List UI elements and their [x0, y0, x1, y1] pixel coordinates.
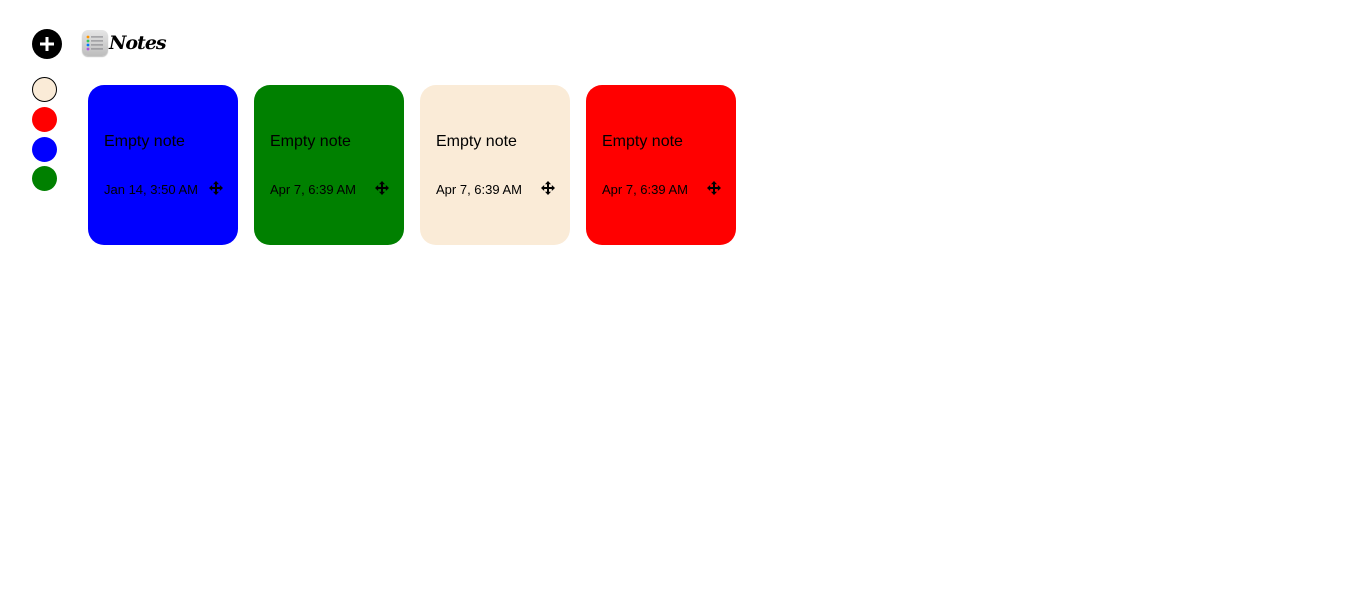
move-icon[interactable]: [541, 181, 555, 195]
note-card[interactable]: Empty note Jan 14, 3:50 AM: [88, 85, 238, 245]
note-card[interactable]: Empty note Apr 7, 6:39 AM: [586, 85, 736, 245]
notes-grid: Empty note Jan 14, 3:50 AM Empty note Apr 7…: [88, 85, 736, 245]
move-icon[interactable]: [375, 181, 389, 195]
note-card[interactable]: Empty note Apr 7, 6:39 AM: [254, 85, 404, 245]
note-text[interactable]: Empty note: [436, 130, 570, 154]
note-text[interactable]: Empty note: [270, 130, 404, 154]
plus-icon: [40, 37, 54, 51]
app-logo: Notes: [82, 28, 167, 58]
note-card[interactable]: Empty note Apr 7, 6:39 AM: [420, 85, 570, 245]
app-title: Notes: [109, 32, 167, 54]
add-note-button[interactable]: [32, 29, 62, 59]
note-date: Apr 7, 6:39 AM: [602, 182, 688, 197]
move-icon[interactable]: [209, 181, 223, 195]
note-date: Apr 7, 6:39 AM: [436, 182, 522, 197]
move-icon[interactable]: [707, 181, 721, 195]
note-date: Apr 7, 6:39 AM: [270, 182, 356, 197]
note-text[interactable]: Empty note: [602, 130, 736, 154]
color-swatch-red[interactable]: [32, 107, 57, 132]
color-swatch-blue[interactable]: [32, 137, 57, 162]
note-date: Jan 14, 3:50 AM: [104, 182, 198, 197]
notes-app-icon: [82, 30, 108, 56]
color-swatch-green[interactable]: [32, 166, 57, 191]
color-swatch-beige[interactable]: [32, 77, 57, 102]
note-text[interactable]: Empty note: [104, 130, 238, 154]
